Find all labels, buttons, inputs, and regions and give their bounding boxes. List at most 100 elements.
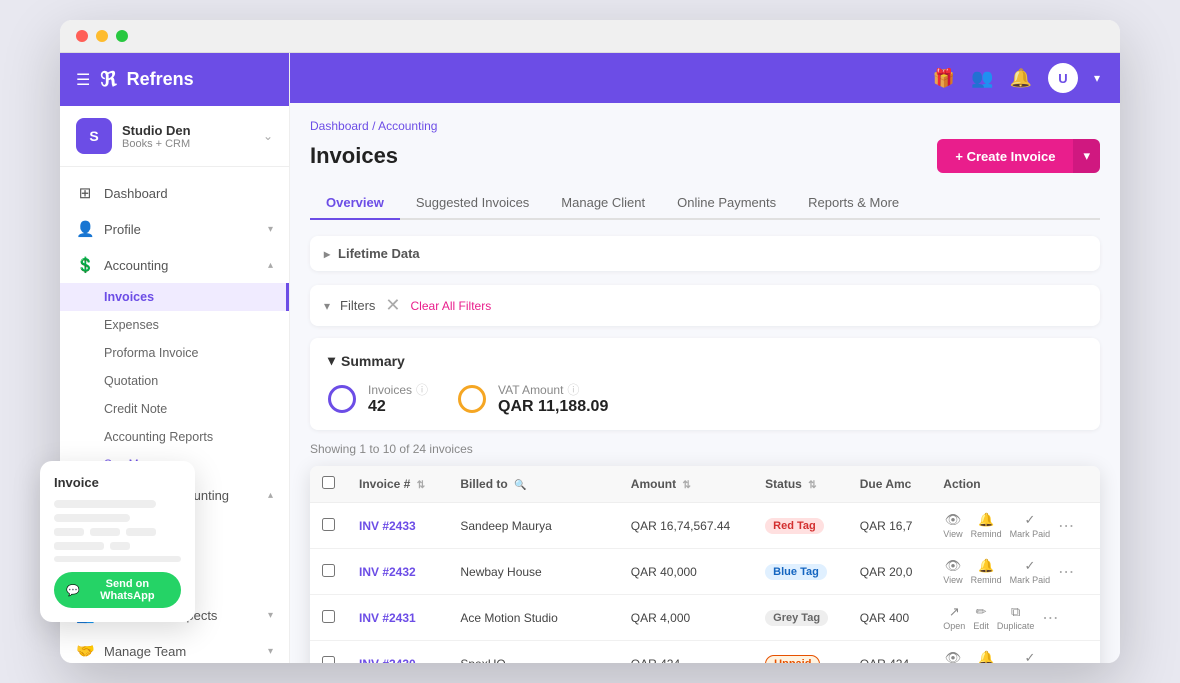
summary-title: ▾ Summary xyxy=(328,352,1082,369)
mark-paid-button[interactable]: ✓Mark Paid xyxy=(1010,650,1051,663)
col-due-amount[interactable]: Due Amc xyxy=(848,466,932,503)
sidebar-sub-credit-note[interactable]: Credit Note xyxy=(60,395,289,423)
hamburger-icon[interactable]: ☰ xyxy=(76,70,90,90)
more-button[interactable]: ⋯ xyxy=(1042,608,1058,628)
table-row: INV #2431 Ace Motion Studio QAR 4,000 Gr… xyxy=(310,595,1100,641)
workspace-chevron-icon: ⌄ xyxy=(263,129,273,143)
invoice-link[interactable]: INV #2430 xyxy=(359,657,416,664)
tab-reports[interactable]: Reports & More xyxy=(792,187,915,220)
breadcrumb-current: Accounting xyxy=(378,119,437,133)
workspace-avatar: S xyxy=(76,118,112,154)
action-cell: 👁View 🔔Remind ✓Mark Paid ⋯ xyxy=(931,549,1100,595)
placeholder-row xyxy=(54,528,181,536)
sidebar-item-manage-team[interactable]: 🤝 Manage Team ▾ xyxy=(60,633,289,663)
open-button[interactable]: ↗Open xyxy=(943,604,965,631)
due-amount-cell: QAR 424 xyxy=(848,641,932,664)
invoice-number-cell: INV #2431 xyxy=(347,595,448,641)
due-amount-cell: QAR 16,7 xyxy=(848,503,932,549)
col-billed-to[interactable]: Billed to 🔍 xyxy=(448,466,618,503)
col-amount[interactable]: Amount ⇅ xyxy=(619,466,753,503)
whatsapp-button[interactable]: 💬 Send on WhatsApp xyxy=(54,572,181,608)
invoices-summary-label: Invoices ⓘ xyxy=(368,381,428,398)
amount-cell: QAR 424 xyxy=(619,641,753,664)
sidebar-sub-proforma[interactable]: Proforma Invoice xyxy=(60,339,289,367)
row-checkbox[interactable] xyxy=(322,518,335,531)
edit-button[interactable]: ✏Edit xyxy=(973,604,989,631)
sidebar-item-accounting[interactable]: 💲 Accounting ▴ xyxy=(60,247,289,283)
status-cell: Grey Tag xyxy=(753,595,848,641)
clear-filters-button[interactable]: Clear All Filters xyxy=(411,299,492,313)
sidebar-item-profile[interactable]: 👤 Profile ▾ xyxy=(60,211,289,247)
profile-icon: 👤 xyxy=(76,220,94,238)
chevron-down-icon: ▾ xyxy=(268,646,273,657)
app-name: Refrens xyxy=(127,69,194,90)
mark-paid-button[interactable]: ✓Mark Paid xyxy=(1010,512,1051,539)
showing-text: Showing 1 to 10 of 24 invoices xyxy=(310,442,1100,456)
status-badge: Blue Tag xyxy=(765,564,827,580)
sidebar-item-label: Manage Team xyxy=(104,644,258,659)
invoices-count: 42 xyxy=(368,398,428,416)
chevron-up-icon: ▴ xyxy=(268,260,273,271)
col-action: Action xyxy=(931,466,1100,503)
invoice-table-body: INV #2433 Sandeep Maurya QAR 16,74,567.4… xyxy=(310,503,1100,664)
table-header-row: Invoice # ⇅ Billed to 🔍 Amount ⇅ Status … xyxy=(310,466,1100,503)
more-button[interactable]: ⋯ xyxy=(1058,516,1074,536)
vat-circle-icon xyxy=(458,385,486,413)
mark-paid-button[interactable]: ✓Mark Paid xyxy=(1010,558,1051,585)
remind-button[interactable]: 🔔Remind xyxy=(971,650,1002,663)
page-title: Invoices xyxy=(310,143,398,169)
duplicate-button[interactable]: ⧉Duplicate xyxy=(997,604,1035,631)
gift-icon[interactable]: 🎁 xyxy=(933,68,955,89)
placeholder-box xyxy=(54,528,84,536)
create-invoice-button[interactable]: + Create Invoice xyxy=(937,139,1073,173)
view-button[interactable]: 👁View xyxy=(943,650,962,663)
bell-icon[interactable]: 🔔 xyxy=(1010,68,1032,89)
action-cell: ↗Open ✏Edit ⧉Duplicate ⋯ xyxy=(931,595,1100,641)
logo-icon: ℜ xyxy=(100,67,116,92)
tab-online-payments[interactable]: Online Payments xyxy=(661,187,792,220)
remind-button[interactable]: 🔔Remind xyxy=(971,558,1002,585)
floating-card-title: Invoice xyxy=(54,475,181,490)
row-checkbox[interactable] xyxy=(322,610,335,623)
invoice-link[interactable]: INV #2433 xyxy=(359,519,416,533)
invoice-table-container: Invoice # ⇅ Billed to 🔍 Amount ⇅ Status … xyxy=(310,466,1100,663)
sidebar-sub-invoices[interactable]: Invoices xyxy=(60,283,289,311)
invoice-link[interactable]: INV #2431 xyxy=(359,611,416,625)
create-invoice-dropdown-button[interactable]: ▾ xyxy=(1073,139,1100,173)
tab-overview[interactable]: Overview xyxy=(310,187,400,220)
accounting-icon: 💲 xyxy=(76,256,94,274)
billed-to-cell: SpexHQ xyxy=(448,641,618,664)
action-cell: 👁View 🔔Remind ✓Mark Paid ⋯ xyxy=(931,503,1100,549)
sort-icon: ⇅ xyxy=(808,480,816,491)
create-btn-group: + Create Invoice ▾ xyxy=(937,139,1100,173)
sort-icon: ⇅ xyxy=(417,480,425,491)
whatsapp-icon: 💬 xyxy=(66,584,80,597)
view-button[interactable]: 👁View xyxy=(943,512,962,539)
col-invoice-number[interactable]: Invoice # ⇅ xyxy=(347,466,448,503)
invoice-link[interactable]: INV #2432 xyxy=(359,565,416,579)
tab-suggested[interactable]: Suggested Invoices xyxy=(400,187,545,220)
status-cell: Unpaid xyxy=(753,641,848,664)
col-status[interactable]: Status ⇅ xyxy=(753,466,848,503)
placeholder-box xyxy=(126,528,156,536)
sidebar-sub-accounting-reports[interactable]: Accounting Reports xyxy=(60,423,289,451)
workspace-card[interactable]: S Studio Den Books + CRM ⌄ xyxy=(60,106,289,167)
row-checkbox[interactable] xyxy=(322,564,335,577)
amount-cell: QAR 40,000 xyxy=(619,549,753,595)
chevron-down-icon: ▾ xyxy=(268,224,273,235)
sidebar-sub-quotation[interactable]: Quotation xyxy=(60,367,289,395)
view-button[interactable]: 👁View xyxy=(943,558,962,585)
sidebar-item-dashboard[interactable]: ⊞ Dashboard xyxy=(60,175,289,211)
close-icon[interactable]: ✕ xyxy=(385,295,400,316)
more-button[interactable]: ⋯ xyxy=(1058,562,1074,582)
content-area: Dashboard / Accounting Invoices + Create… xyxy=(290,103,1120,663)
remind-button[interactable]: 🔔Remind xyxy=(971,512,1002,539)
lifetime-label: Lifetime Data xyxy=(338,246,420,261)
users-icon[interactable]: 👥 xyxy=(971,68,993,89)
select-all-checkbox[interactable] xyxy=(322,476,335,489)
table-row: INV #2430 SpexHQ QAR 424 Unpaid QAR 424 … xyxy=(310,641,1100,664)
sort-icon: ⇅ xyxy=(682,480,690,491)
user-avatar[interactable]: U xyxy=(1048,63,1078,93)
tab-manage-client[interactable]: Manage Client xyxy=(545,187,661,220)
sidebar-sub-expenses[interactable]: Expenses xyxy=(60,311,289,339)
